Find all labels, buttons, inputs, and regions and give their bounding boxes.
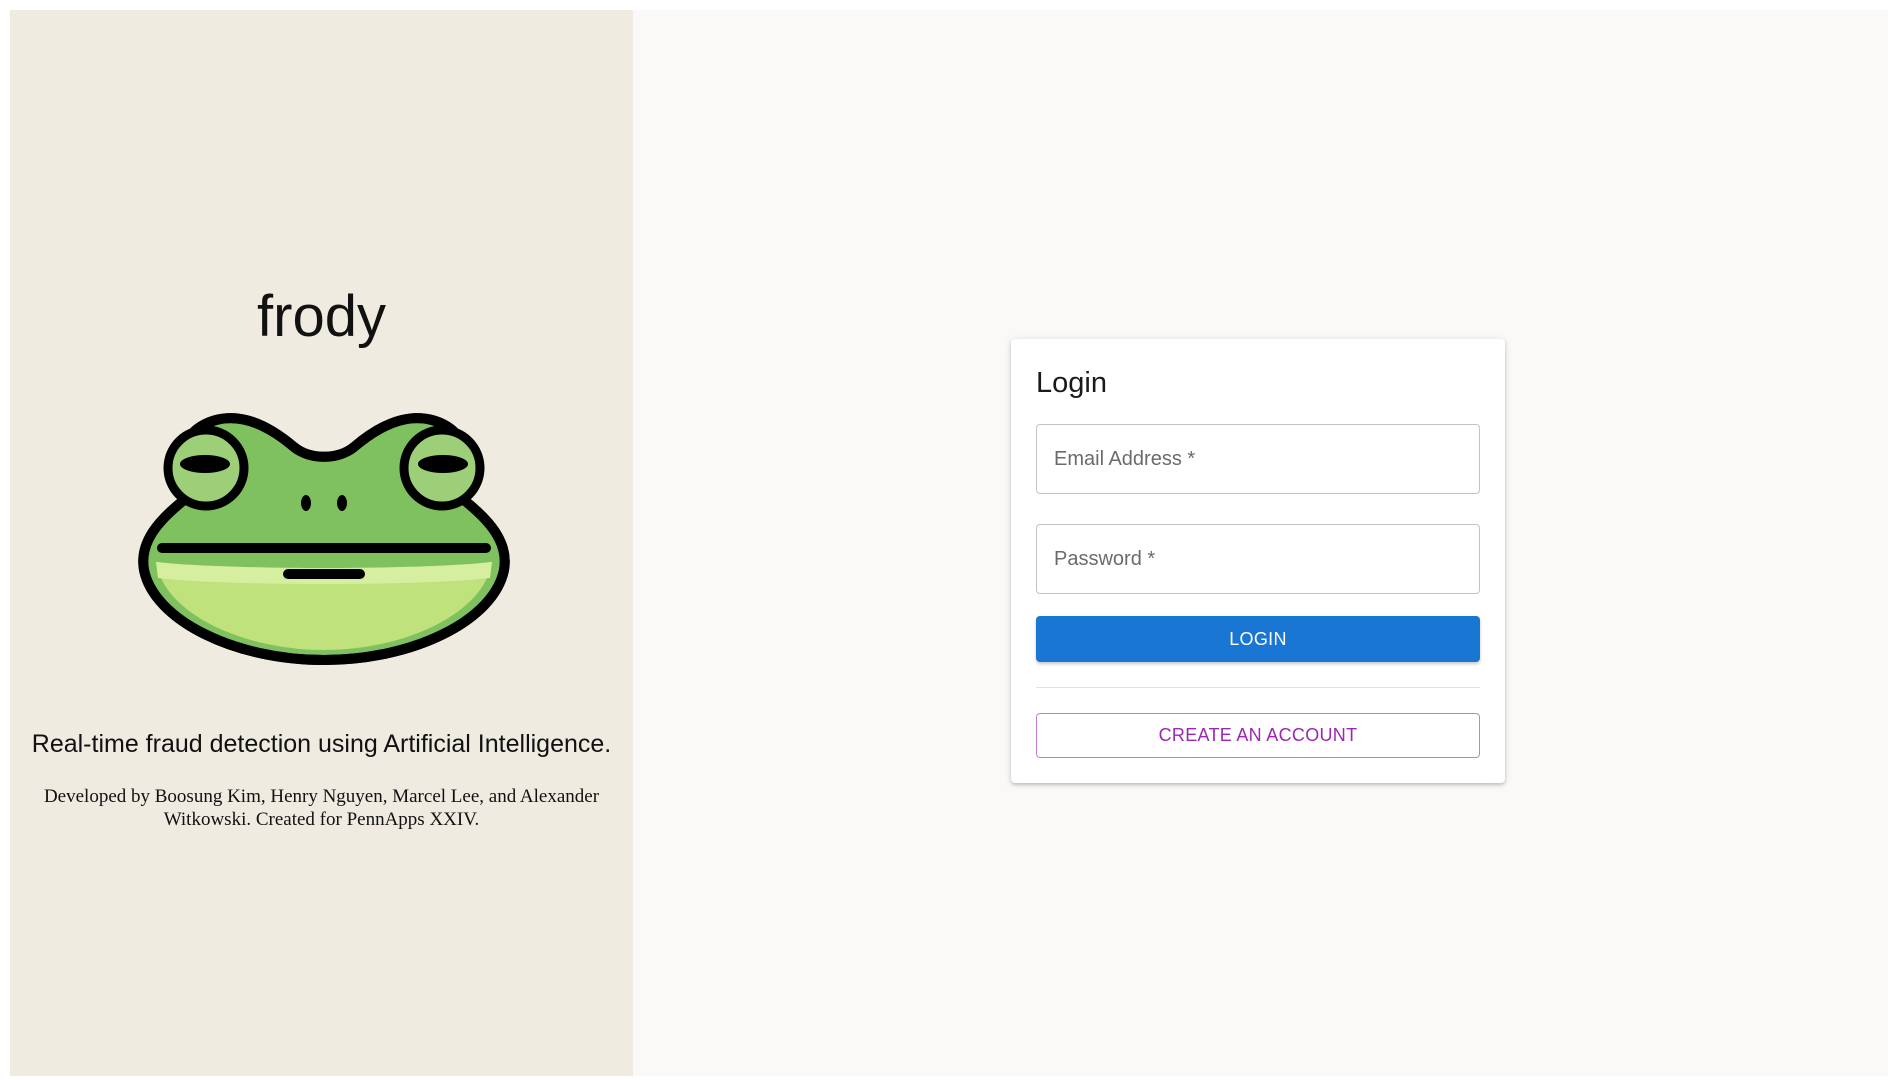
app-frame: frody Real-time fraud detection using Ar… — [10, 10, 1888, 1076]
login-button[interactable]: LOGIN — [1036, 616, 1480, 662]
brand-title: frody — [257, 284, 386, 349]
credits-text: Developed by Boosung Kim, Henry Nguyen, … — [43, 786, 600, 830]
login-panel: Login LOGIN CREATE AN ACCOUNT — [633, 10, 1888, 1076]
create-account-button[interactable]: CREATE AN ACCOUNT — [1036, 713, 1480, 758]
password-field[interactable] — [1036, 524, 1480, 594]
login-card: Login LOGIN CREATE AN ACCOUNT — [1011, 339, 1505, 783]
password-input[interactable] — [1037, 525, 1479, 593]
email-field[interactable] — [1036, 424, 1480, 494]
divider — [1036, 687, 1480, 688]
frog-face-icon — [134, 402, 514, 672]
email-input[interactable] — [1037, 425, 1479, 493]
login-title: Login — [1036, 367, 1107, 399]
tagline: Real-time fraud detection using Artifici… — [31, 730, 612, 758]
brand-panel: frody Real-time fraud detection using Ar… — [10, 10, 633, 1076]
